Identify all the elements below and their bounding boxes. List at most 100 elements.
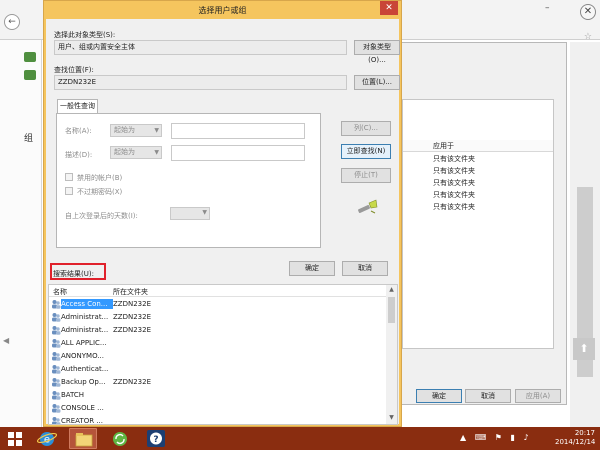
favorites-star-icon[interactable]: ☆ [584, 32, 592, 42]
taskbar: e ? ▲ ⌨ ⚑ ▮ ♪ 20:17 2014/12/14 [0, 427, 600, 450]
table-row[interactable]: ALL APPLIC... [49, 337, 386, 349]
locations-button[interactable]: 位置(L)... [354, 75, 400, 90]
no-expire-password-label: 不过期密码(X) [77, 188, 123, 196]
tray-up-arrow-icon[interactable]: ▲ [460, 433, 466, 442]
search-results-list[interactable]: 名称 所在文件夹 Access Con... ZZDN232E Administra… [48, 284, 398, 425]
network-icon[interactable]: ▮ [511, 433, 515, 442]
location-label: 查找位置(F): [54, 66, 94, 74]
table-row[interactable]: Administrat... ZZDN232E [49, 324, 386, 336]
table-row[interactable]: Authenticat... [49, 363, 386, 375]
find-now-button[interactable]: 立即查找(N) [341, 144, 391, 159]
close-icon[interactable]: ✕ [580, 4, 596, 20]
green-app-icon [24, 52, 36, 62]
user-group-icon [52, 313, 61, 322]
no-expire-password-checkbox [65, 187, 73, 195]
taskbar-file-explorer[interactable] [69, 428, 97, 449]
background-scrollbar[interactable]: ⬆ [570, 42, 600, 427]
flag-icon[interactable]: ⚑ [495, 433, 502, 442]
column-header-name[interactable]: 名称 [53, 287, 67, 297]
background-ok-button[interactable]: 确定 [416, 389, 462, 403]
common-queries-panel: 名称(A): 起始为 ▼ 描述(D): 起始为 ▼ 禁用的帐户(B) 不过期密码… [56, 113, 321, 248]
scrollbar-thumb[interactable] [388, 297, 395, 323]
table-row[interactable]: ANONYMO... [49, 350, 386, 362]
description-match-value: 起始为 [114, 148, 135, 156]
result-name: Backup Op... [61, 378, 106, 386]
stop-button: 停止(T) [341, 168, 391, 183]
permissions-list: 应用于 只有该文件夹 只有该文件夹 只有该文件夹 只有该文件夹 只有该文件夹 [402, 99, 554, 349]
help-icon: ? [147, 430, 165, 447]
disabled-accounts-checkbox [65, 173, 73, 181]
table-row[interactable]: Administrat... ZZDN232E [49, 311, 386, 323]
expand-arrow-icon[interactable]: ◀ [3, 336, 9, 345]
table-row[interactable]: CREATOR ... [49, 415, 386, 425]
ok-button[interactable]: 确定 [289, 261, 335, 276]
description-input[interactable] [171, 145, 305, 161]
left-pane-label: 组 [24, 134, 34, 144]
dialog-titlebar[interactable]: 选择用户或组 ✕ [44, 1, 401, 19]
result-folder: ZZDN232E [113, 326, 152, 334]
user-group-icon [52, 417, 61, 424]
permission-row[interactable]: 只有该文件夹 [433, 154, 475, 164]
name-match-value: 起始为 [114, 126, 135, 134]
scroll-up-icon[interactable]: ▲ [386, 286, 397, 293]
user-group-icon [52, 365, 61, 374]
scroll-down-icon[interactable]: ▼ [386, 414, 397, 421]
background-cancel-button[interactable]: 取消 [465, 389, 511, 403]
chevron-down-icon: ▼ [154, 127, 159, 134]
result-name: Access Con... [61, 299, 113, 309]
table-row[interactable]: Access Con... ZZDN232E [49, 298, 386, 310]
description-match-combo: 起始为 ▼ [110, 146, 162, 159]
result-name: CONSOLE ... [61, 404, 104, 412]
user-group-icon [52, 378, 61, 387]
left-pane: 组 ◀ [0, 40, 42, 427]
permission-row[interactable]: 只有该文件夹 [433, 166, 475, 176]
column-header-folder[interactable]: 所在文件夹 [113, 287, 148, 297]
result-name: CREATOR ... [61, 417, 103, 425]
result-folder: ZZDN232E [113, 313, 152, 321]
chevron-down-icon: ▼ [154, 149, 159, 156]
back-arrow-icon[interactable]: ← [4, 14, 20, 30]
taskbar-sync-app[interactable] [106, 428, 134, 449]
minimize-icon[interactable]: – [545, 3, 557, 13]
taskbar-ie[interactable]: e [33, 428, 61, 449]
table-row[interactable]: CONSOLE ... [49, 402, 386, 414]
permission-row[interactable]: 只有该文件夹 [433, 178, 475, 188]
taskbar-help[interactable]: ? [142, 428, 170, 449]
window-controls: – ✕ [540, 0, 600, 24]
permission-row[interactable]: 只有该文件夹 [433, 202, 475, 212]
background-apply-button: 应用(A) [515, 389, 561, 403]
name-input[interactable] [171, 123, 305, 139]
chevron-down-icon: ▼ [202, 209, 207, 216]
user-group-icon [52, 404, 61, 413]
name-label: 名称(A): [65, 127, 92, 135]
table-row[interactable]: Backup Op... ZZDN232E [49, 376, 386, 388]
green-app-icon [24, 70, 36, 80]
dialog-close-button[interactable]: ✕ [380, 1, 398, 15]
permissions-dialog: 应用于 只有该文件夹 只有该文件夹 只有该文件夹 只有该文件夹 只有该文件夹 [395, 42, 567, 405]
scroll-up-arrow-icon[interactable]: ⬆ [573, 338, 595, 360]
disabled-accounts-label: 禁用的帐户(B) [77, 174, 123, 182]
system-tray: ▲ ⌨ ⚑ ▮ ♪ [460, 433, 529, 442]
result-name: Administrat... [61, 326, 109, 334]
select-users-dialog: 选择用户或组 ✕ 选择此对象类型(S): 用户、组或内置安全主体 对象类型(O)… [43, 0, 402, 427]
cancel-button[interactable]: 取消 [342, 261, 388, 276]
clock[interactable]: 20:17 2014/12/14 [555, 429, 595, 447]
table-row[interactable]: BATCH [49, 389, 386, 401]
tab-common-queries[interactable]: 一般性查询 [57, 99, 98, 113]
permission-row[interactable]: 只有该文件夹 [433, 190, 475, 200]
results-scrollbar[interactable]: ▲ ▼ [386, 285, 397, 424]
result-name: BATCH [61, 391, 85, 399]
object-type-label: 选择此对象类型(S): [54, 31, 116, 39]
search-flashlight-icon [358, 199, 378, 214]
object-types-button[interactable]: 对象类型(O)... [354, 40, 400, 64]
result-name: Authenticat... [61, 365, 109, 373]
object-type-field: 用户、组或内置安全主体 [54, 40, 347, 55]
results-header: 名称 所在文件夹 [49, 285, 386, 297]
result-name: ANONYMO... [61, 352, 104, 360]
sync-icon [113, 432, 127, 446]
result-name: Administrat... [61, 313, 109, 321]
volume-icon[interactable]: ♪ [523, 433, 528, 442]
keyboard-icon[interactable]: ⌨ [475, 433, 487, 442]
clock-date: 2014/12/14 [555, 438, 596, 446]
windows-start-icon[interactable] [8, 432, 22, 446]
